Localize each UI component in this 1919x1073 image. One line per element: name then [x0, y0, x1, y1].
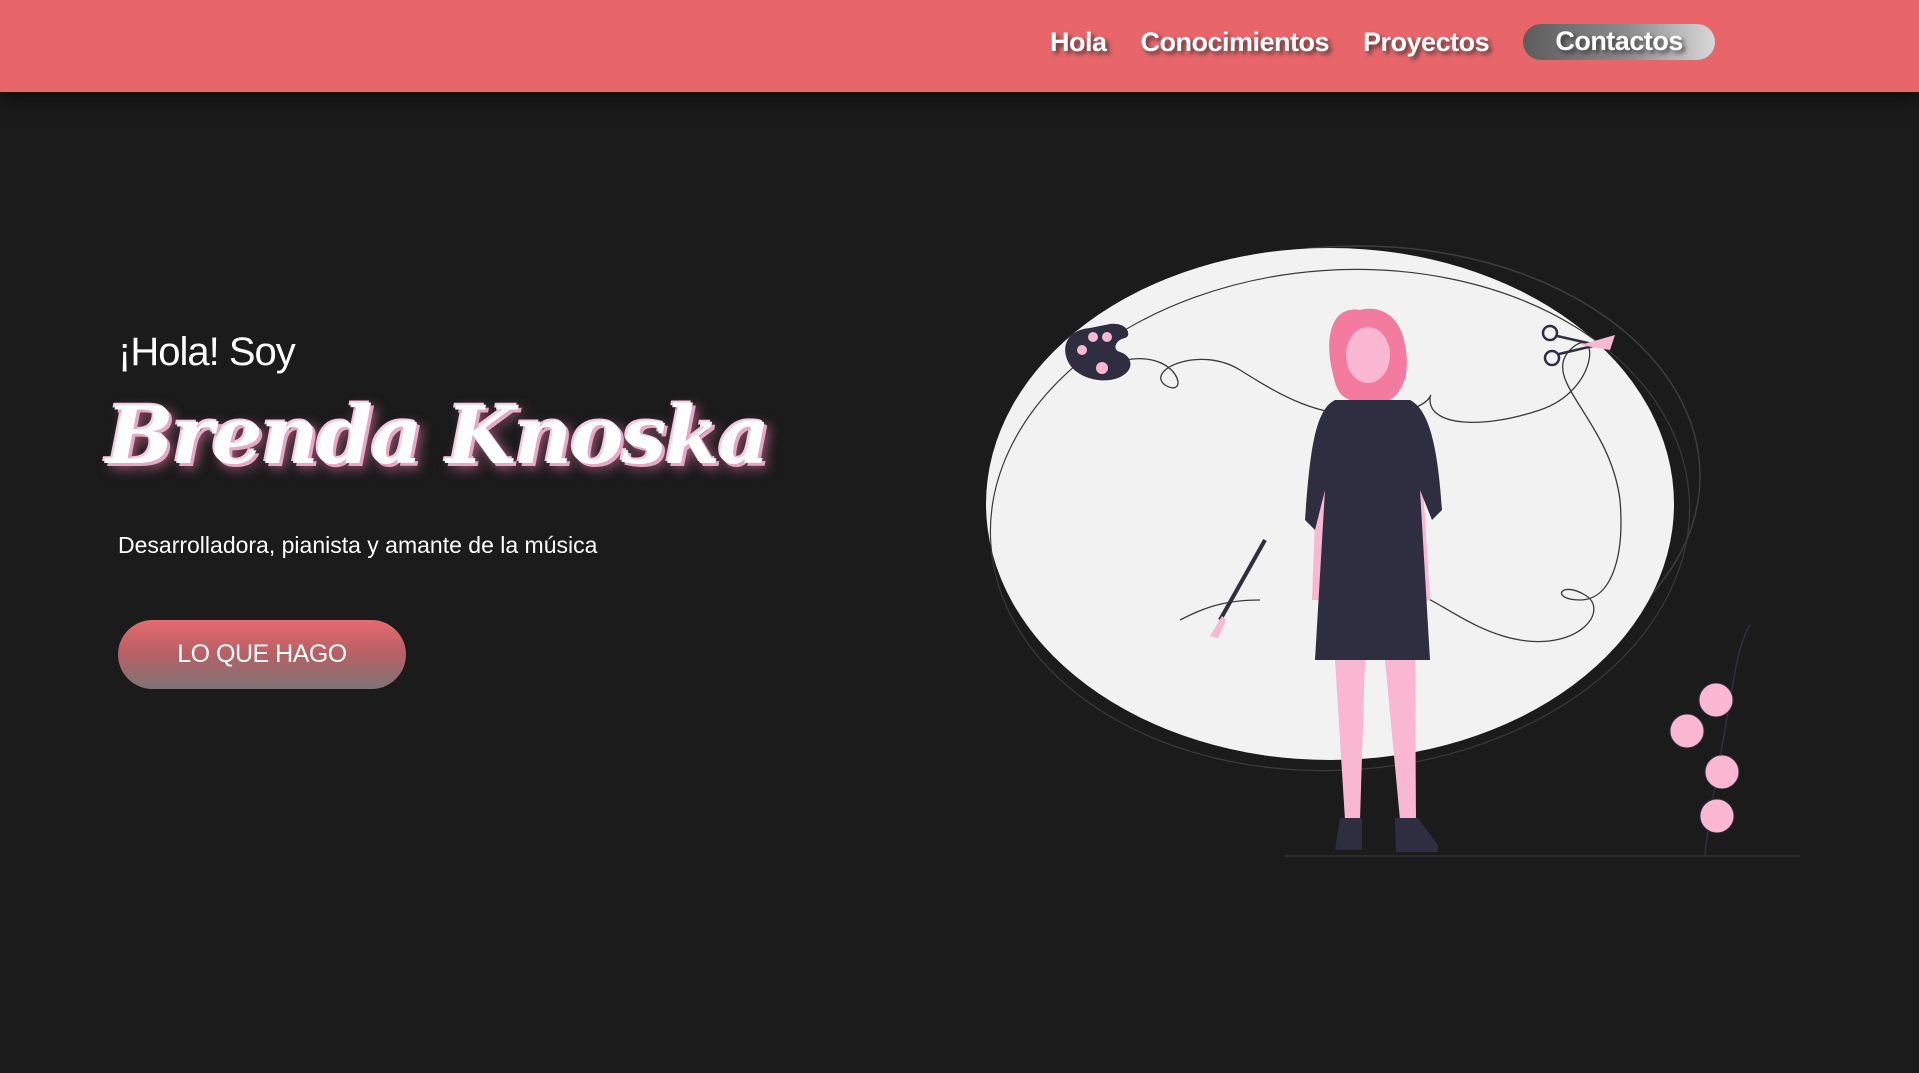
- nav-link-contactos[interactable]: Contactos: [1523, 24, 1716, 60]
- hero-name: Brenda Knoska: [106, 388, 770, 482]
- what-i-do-button[interactable]: LO QUE HAGO: [118, 620, 406, 689]
- nav-link-hola[interactable]: Hola: [1050, 27, 1107, 58]
- nav-link-proyectos[interactable]: Proyectos: [1363, 27, 1490, 58]
- hero-subtitle: Desarrolladora, pianista y amante de la …: [118, 532, 598, 558]
- hero-section: ¡Hola! Soy Brenda Knoska Desarrolladora,…: [106, 330, 770, 689]
- navbar: Hola Conocimientos Proyectos Contactos: [0, 0, 1919, 92]
- woman-with-palette-and-scissors-illustration: [986, 245, 1800, 857]
- nav-link-conocimientos[interactable]: Conocimientos: [1141, 27, 1330, 58]
- hero-greeting: ¡Hola! Soy: [118, 330, 296, 374]
- flower-plant-icon: [1669, 624, 1751, 856]
- nav-links: Hola Conocimientos Proyectos Contactos: [1050, 24, 1716, 60]
